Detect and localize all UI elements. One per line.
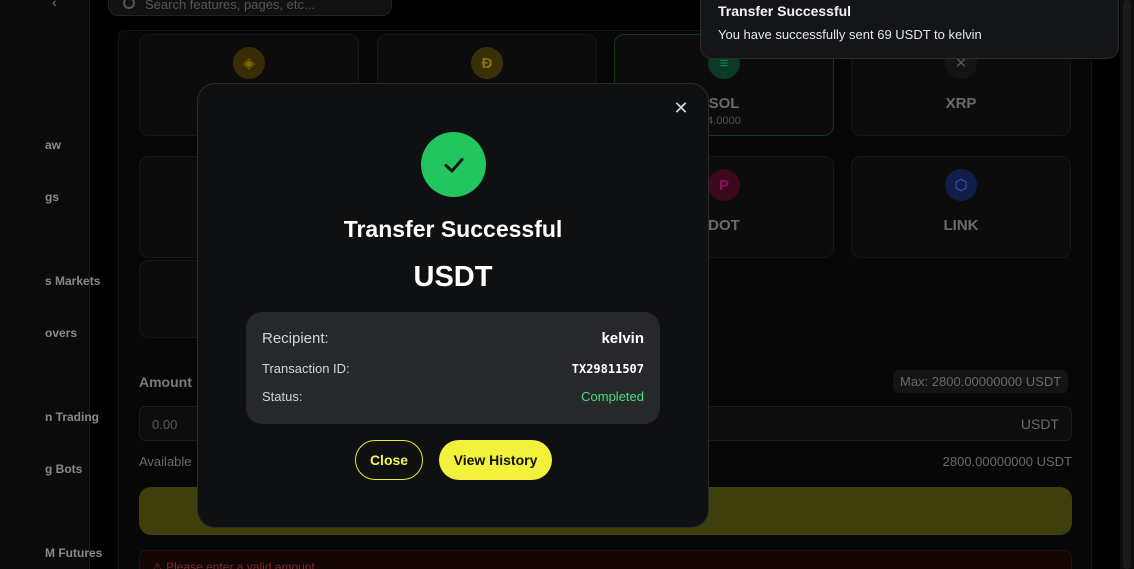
- available-value: 2800.00000000 USDT: [942, 454, 1072, 469]
- modal-title: Transfer Successful: [343, 216, 563, 242]
- chevron-left-icon[interactable]: ‹: [52, 0, 57, 10]
- recipient-value: kelvin: [601, 330, 644, 347]
- error-text: Please enter a valid amount: [166, 560, 315, 569]
- close-button[interactable]: Close: [355, 440, 423, 480]
- transfer-success-modal: ✕ Transfer Successful USDT Recipient: ke…: [197, 83, 709, 528]
- transfer-details: Recipient: kelvin Transaction ID: TX2981…: [246, 312, 660, 424]
- transaction-id-value: TX29811507: [571, 361, 644, 376]
- link-icon: ⬡: [945, 169, 977, 201]
- toast-title: Transfer Successful: [718, 3, 852, 19]
- sidebar-item-label: aw: [45, 138, 62, 152]
- toast-notification: Transfer Successful You have successfull…: [700, 0, 1119, 59]
- coin-name: XRP: [945, 95, 977, 112]
- check-icon: [421, 132, 486, 197]
- status-label: Status:: [262, 389, 303, 404]
- coin-card-link[interactable]: ⬡ LINK: [851, 156, 1071, 258]
- status-value: Completed: [581, 389, 644, 404]
- error-message: ⚠ Please enter a valid amount: [139, 550, 1072, 569]
- scrollbar[interactable]: [1120, 0, 1134, 569]
- bnb-icon: ◈: [233, 47, 265, 79]
- toast-message: You have successfully sent 69 USDT to ke…: [718, 27, 982, 42]
- sidebar: ‹ aw gs s Markets overs n Trading g Bots…: [0, 0, 102, 569]
- sidebar-item-label: n Trading: [45, 410, 99, 424]
- recipient-label: Recipient:: [262, 330, 329, 347]
- sidebar-item-label: overs: [45, 326, 78, 340]
- recipient-row: Recipient: kelvin: [262, 330, 644, 347]
- close-icon[interactable]: ✕: [671, 98, 691, 118]
- search-icon: [123, 0, 135, 9]
- amount-label: Amount: [139, 374, 192, 390]
- sidebar-item-label: s Markets: [45, 274, 101, 288]
- transaction-id-label: Transaction ID:: [262, 361, 350, 376]
- available-label: Available: [139, 454, 192, 469]
- coin-name: LINK: [943, 217, 979, 234]
- scrollbar-thumb[interactable]: [1123, 0, 1131, 569]
- search-bar[interactable]: Search features, pages, etc...: [108, 0, 392, 16]
- status-row: Status: Completed: [262, 389, 644, 404]
- max-amount-button[interactable]: Max: 2800.00000000 USDT: [893, 370, 1069, 393]
- amount-value: 0.00: [152, 417, 178, 432]
- modal-coin: USDT: [413, 261, 493, 293]
- dot-icon: P: [708, 169, 740, 201]
- sidebar-item-label: g Bots: [45, 462, 83, 476]
- warning-icon: ⚠: [152, 560, 167, 569]
- sidebar-item-label: gs: [45, 190, 60, 204]
- doge-icon: Ð: [471, 47, 503, 79]
- transaction-id-row: Transaction ID: TX29811507: [262, 361, 644, 376]
- view-history-button[interactable]: View History: [439, 440, 552, 480]
- amount-unit: USDT: [1020, 416, 1059, 432]
- sidebar-item-label: M Futures: [45, 546, 103, 560]
- search-input[interactable]: Search features, pages, etc...: [145, 0, 315, 12]
